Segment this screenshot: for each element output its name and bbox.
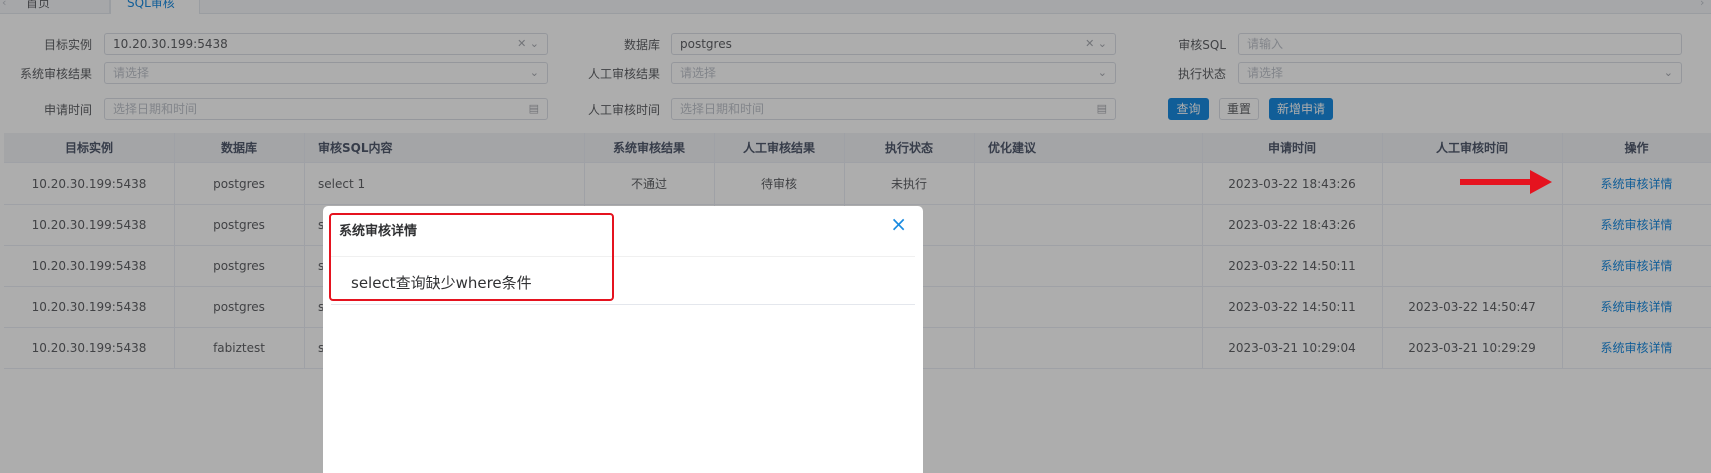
close-icon[interactable]: × — [890, 214, 907, 234]
annotation-arrow-icon — [1460, 170, 1552, 194]
dialog-divider — [331, 304, 915, 305]
annotation-highlight-box — [329, 213, 614, 301]
